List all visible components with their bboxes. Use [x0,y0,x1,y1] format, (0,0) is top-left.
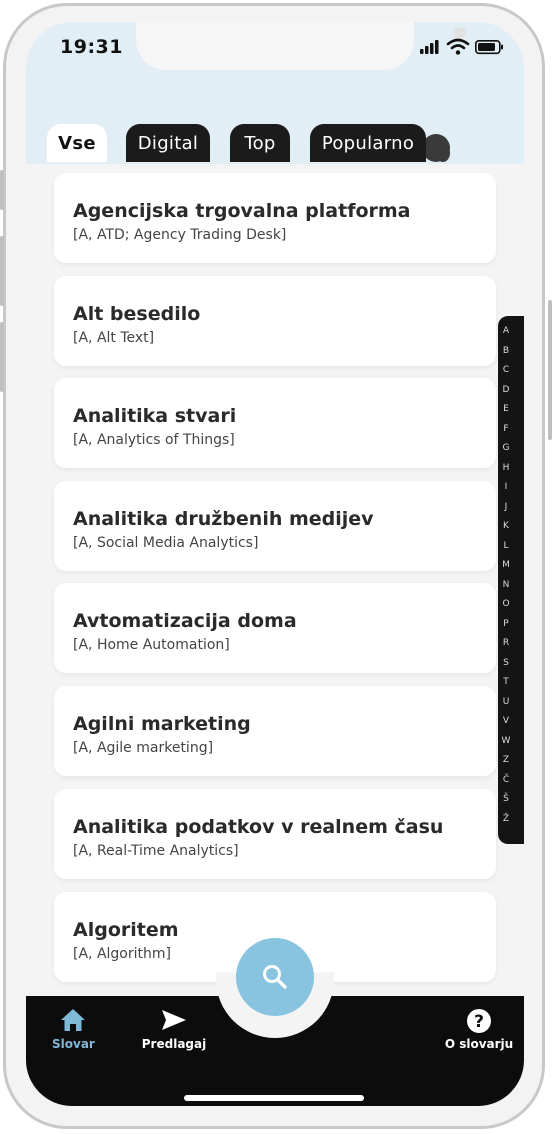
list-item[interactable]: Avtomatizacija doma [A, Home Automation] [54,583,496,673]
entry-subtitle: [A, Analytics of Things] [73,432,235,448]
alpha-letter[interactable]: S [498,658,514,668]
notch [136,22,466,70]
status-icons [420,38,503,55]
list-item[interactable]: Analitika podatkov v realnem času [A, Re… [54,789,496,879]
list-item[interactable]: Analitika stvari [A, Analytics of Things… [54,378,496,468]
alpha-letter[interactable]: B [498,346,514,356]
entry-title: Analitika družbenih medijev [73,508,374,530]
alpha-letter[interactable]: E [498,404,514,414]
list-item[interactable]: Agencijska trgovalna platforma [A, ATD; … [54,173,496,263]
alpha-letter[interactable]: D [498,385,514,395]
entry-title: Agilni marketing [73,713,251,735]
alpha-letter[interactable]: Š [498,794,514,804]
alpha-letter[interactable]: C [498,365,514,375]
alpha-letter[interactable]: J [498,502,514,512]
nav-predlagaj[interactable]: Predlagaj [138,1008,210,1051]
entry-title: Agencijska trgovalna platforma [73,200,411,222]
list-item[interactable]: Agilni marketing [A, Agile marketing] [54,686,496,776]
nav-label-o-slovarju: O slovarju [444,1037,514,1051]
search-button[interactable] [236,938,314,1016]
side-button-left-3 [0,322,4,392]
entry-title: Analitika podatkov v realnem času [73,816,444,838]
alpha-letter[interactable]: K [498,521,514,531]
alpha-letter[interactable]: L [498,541,514,551]
app-screen: 19:31 Vse Digital Top Popularno Agencijs… [26,22,524,1106]
battery-icon [475,40,503,55]
entry-title: Algoritem [73,919,179,941]
entry-subtitle: [A, Social Media Analytics] [73,535,259,551]
tab-bar-decoration-small [436,144,450,162]
status-time: 19:31 [60,36,123,58]
signal-icon [420,40,439,54]
alpha-letter[interactable]: O [498,599,514,609]
tab-top[interactable]: Top [230,124,290,162]
alpha-letter[interactable]: F [498,424,514,434]
tab-digital[interactable]: Digital [126,124,210,162]
alphabet-index[interactable]: A B C D E F G H I J K L M N O P R S T U … [498,316,524,844]
side-button-left-2 [0,236,4,306]
alpha-letter[interactable]: G [498,443,514,453]
svg-text:?: ? [474,1012,484,1032]
alpha-letter[interactable]: M [498,560,514,570]
entry-title: Avtomatizacija doma [73,610,297,632]
home-indicator[interactable] [184,1095,364,1101]
search-icon [263,965,287,989]
alpha-letter[interactable]: A [498,326,514,336]
alpha-letter[interactable]: T [498,677,514,687]
list-item[interactable]: Alt besedilo [A, Alt Text] [54,276,496,366]
nav-label-predlagaj: Predlagaj [141,1037,207,1051]
nav-label-slovar: Slovar [52,1037,95,1051]
nav-o-slovarju[interactable]: ? O slovarju [442,1008,516,1051]
side-button-left-1 [0,170,4,210]
list-item[interactable]: Analitika družbenih medijev [A, Social M… [54,481,496,571]
help-icon: ? [467,1009,491,1033]
alpha-letter[interactable]: Č [498,775,514,785]
entry-title: Alt besedilo [73,303,201,325]
entry-title: Analitika stvari [73,405,237,427]
entry-subtitle: [A, Algorithm] [73,946,171,962]
entry-subtitle: [A, ATD; Agency Trading Desk] [73,227,287,243]
alpha-letter[interactable]: N [498,580,514,590]
nav-slovar[interactable]: Slovar [52,1008,95,1051]
alpha-letter[interactable]: Ž [498,814,514,824]
send-icon [162,1010,186,1030]
entry-subtitle: [A, Real-Time Analytics] [73,843,239,859]
side-button-right [548,300,552,440]
wifi-icon [446,38,470,55]
alpha-letter[interactable]: V [498,716,514,726]
entry-subtitle: [A, Home Automation] [73,637,230,653]
entry-subtitle: [A, Alt Text] [73,330,155,346]
alpha-letter[interactable]: W [498,736,514,746]
alpha-letter[interactable]: H [498,463,514,473]
alpha-letter[interactable]: R [498,638,514,648]
alpha-letter[interactable]: U [498,697,514,707]
entry-subtitle: [A, Agile marketing] [73,740,214,756]
home-icon [61,1009,85,1031]
alpha-letter[interactable]: Z [498,755,514,765]
alpha-letter[interactable]: I [498,482,514,492]
tab-popularno[interactable]: Popularno [310,124,426,162]
alpha-letter[interactable]: P [498,619,514,629]
tab-vse[interactable]: Vse [47,124,107,162]
header: 19:31 Vse Digital Top Popularno [26,22,524,164]
